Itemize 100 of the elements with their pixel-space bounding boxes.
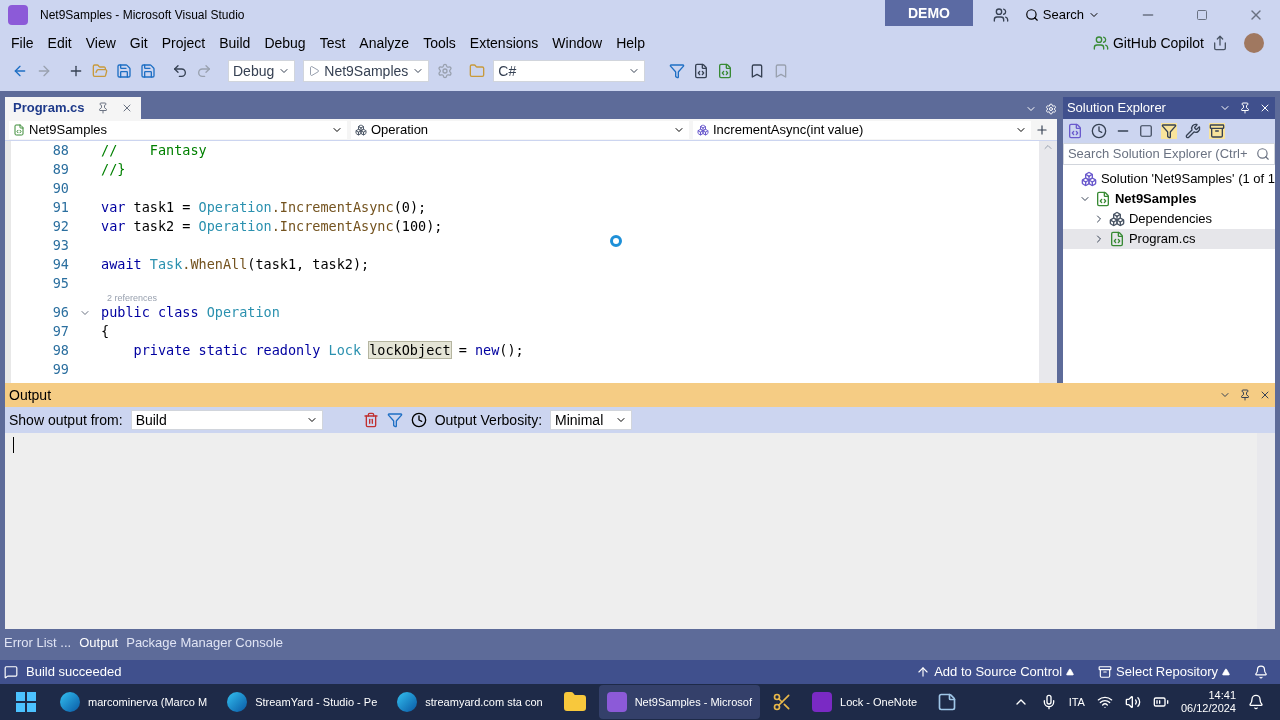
start-button[interactable]: Net9Samples: [303, 60, 430, 82]
tree-item[interactable]: Dependencies: [1062, 209, 1275, 229]
taskbar-item[interactable]: Lock - OneNote: [804, 685, 926, 719]
properties-icon[interactable]: [1184, 123, 1201, 139]
tree-item[interactable]: Solution 'Net9Samples' (1 of 1: [1062, 169, 1275, 189]
show-all-files-icon[interactable]: [1138, 124, 1153, 138]
notification-icon[interactable]: [1248, 694, 1264, 710]
window-title: Net9Samples - Microsoft Visual Studio: [40, 7, 245, 24]
notes-icon: [937, 692, 958, 712]
clear-all-icon[interactable]: [362, 412, 379, 428]
line-number: 92: [51, 218, 69, 235]
undo-icon[interactable]: [172, 63, 188, 79]
settings-icon[interactable]: [1044, 103, 1057, 115]
pin-icon[interactable]: [1239, 102, 1251, 114]
clock-icon[interactable]: [410, 412, 427, 428]
menu-item[interactable]: Analyze: [352, 32, 417, 54]
line-number: 94: [51, 256, 69, 273]
pin-icon[interactable]: [1239, 389, 1251, 401]
type-dropdown[interactable]: Operation: [351, 120, 689, 139]
project-dropdown[interactable]: Net9Samples: [9, 120, 347, 139]
menu-item[interactable]: View: [78, 32, 123, 54]
close-icon[interactable]: [1259, 102, 1271, 114]
back-icon[interactable]: [12, 63, 28, 79]
project-icon: [1094, 191, 1111, 207]
copilot-button[interactable]: GitHub Copilot: [1092, 32, 1204, 54]
visual-studio-icon: [606, 692, 627, 712]
loading-spinner-icon: [610, 235, 622, 247]
search-button[interactable]: Search: [1024, 5, 1100, 25]
taskbar-item[interactable]: streamyard.com sta con: [389, 685, 551, 719]
solution-icon: [1080, 171, 1097, 187]
language-indicator[interactable]: ITA: [1068, 693, 1085, 711]
code-line: await Task.WhenAll(task1, task2);: [101, 256, 370, 273]
field-label: Show output from:: [9, 410, 123, 430]
visual-studio-logo-icon: [8, 5, 28, 25]
message-icon: [4, 665, 18, 679]
menu-item[interactable]: Debug: [257, 32, 313, 54]
taskbar-item[interactable]: StreamYard - Studio - Pe: [219, 685, 386, 719]
vertical-scrollbar[interactable]: [1257, 433, 1275, 629]
tree-item[interactable]: Program.cs: [1062, 229, 1275, 249]
verbosity-dropdown[interactable]: Minimal: [550, 410, 633, 430]
taskbar-item[interactable]: Net9Samples - Microsof: [598, 685, 760, 719]
menu-item[interactable]: Help: [609, 32, 652, 54]
source-control-button[interactable]: Add to Source Control: [916, 662, 1075, 682]
menu-item[interactable]: Test: [312, 32, 353, 54]
clock-time[interactable]: 14:41: [1208, 689, 1236, 702]
status-message: Build succeeded: [26, 663, 122, 682]
menu-item[interactable]: Build: [212, 32, 258, 54]
configuration-dropdown[interactable]: Debug: [228, 60, 296, 82]
document-tab[interactable]: Program.cs: [5, 97, 141, 119]
scissors-icon: [772, 692, 792, 712]
line-number: 96: [51, 304, 69, 321]
vertical-scrollbar[interactable]: [1038, 141, 1057, 383]
menu-item[interactable]: Extensions: [462, 32, 546, 54]
start-icon[interactable]: [16, 692, 36, 712]
panel-tab[interactable]: Package Manager Console: [126, 633, 284, 653]
csharp-file-icon: [1108, 231, 1125, 247]
repository-icon: [1098, 665, 1113, 679]
repository-button[interactable]: Select Repository: [1098, 662, 1230, 682]
line-number: 91: [51, 199, 69, 216]
save-all-icon[interactable]: [140, 63, 156, 79]
menu-item[interactable]: Window: [545, 32, 610, 54]
play-icon: [308, 65, 321, 77]
search-icon: [1024, 8, 1039, 22]
project-icon: [13, 123, 25, 136]
menu-item[interactable]: Edit: [40, 32, 79, 54]
pin-icon[interactable]: [96, 102, 109, 114]
pending-changes-icon[interactable]: [1090, 123, 1107, 139]
member-dropdown[interactable]: IncrementAsync(int value): [693, 120, 1031, 139]
avatar[interactable]: [1244, 33, 1264, 53]
split-icon[interactable]: [1035, 122, 1049, 137]
taskbar-item[interactable]: marcominerva (Marco M: [52, 685, 216, 719]
panel-tab[interactable]: Output: [79, 633, 119, 653]
menu-item[interactable]: Project: [154, 32, 213, 54]
menu-item[interactable]: File: [4, 32, 41, 54]
share-icon[interactable]: [1212, 35, 1228, 51]
output-source-dropdown[interactable]: Build: [130, 410, 323, 430]
network-icon[interactable]: [1096, 694, 1113, 710]
line-number: 88: [51, 142, 69, 159]
search-field[interactable]: Search Solution Explorer (Ctrl+: [1062, 143, 1275, 165]
panel-tab[interactable]: Error List ...: [4, 633, 72, 653]
menu-item[interactable]: Tools: [416, 32, 463, 54]
code-line: var task2 = Operation.IncrementAsync(100);: [101, 218, 443, 235]
close-icon[interactable]: [1259, 389, 1271, 401]
text-cursor: [13, 437, 14, 453]
caret-icon: [1222, 668, 1230, 676]
code-line: {: [101, 323, 110, 340]
menu-item[interactable]: Git: [122, 32, 155, 54]
new-item-icon[interactable]: [68, 63, 84, 79]
method-icon: [697, 123, 709, 136]
volume-icon[interactable]: [1124, 694, 1141, 710]
tree-item[interactable]: Net9Samples: [1062, 189, 1275, 209]
battery-icon[interactable]: [1152, 694, 1169, 710]
folder-icon: [562, 690, 587, 714]
language-dropdown[interactable]: C#: [493, 60, 646, 82]
save-icon[interactable]: [116, 63, 132, 79]
code-line: private static readonly Lock lockObject = new();: [132, 342, 524, 359]
clock-date[interactable]: 06/12/2024: [1180, 702, 1236, 715]
restore-icon[interactable]: [1196, 9, 1208, 21]
code-line: // Fantasy: [101, 142, 207, 159]
notification-icon[interactable]: [1254, 665, 1268, 679]
